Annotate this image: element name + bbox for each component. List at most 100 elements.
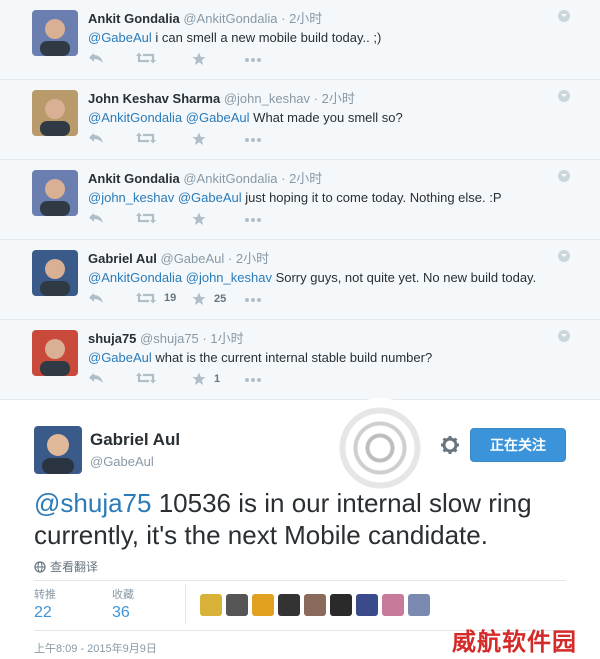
reply-button[interactable] <box>88 132 104 144</box>
reply-button[interactable] <box>88 212 104 224</box>
reply-tweet[interactable]: John Keshav Sharma @john_keshav · 2小时 @An… <box>0 80 600 160</box>
avatar-image <box>32 90 78 136</box>
author-handle[interactable]: @GabeAul <box>90 454 154 469</box>
author-handle[interactable]: @john_keshav <box>224 91 310 106</box>
dropdown-caret-icon[interactable] <box>558 90 570 102</box>
liker-avatar[interactable] <box>278 594 300 616</box>
favorite-button[interactable] <box>192 52 214 66</box>
star-icon <box>192 132 206 145</box>
tweet-body: what is the current internal stable buil… <box>151 350 433 365</box>
retweet-button[interactable] <box>136 132 164 144</box>
avatar-image <box>34 426 82 474</box>
dropdown-caret-icon[interactable] <box>558 330 570 342</box>
liker-avatar[interactable] <box>382 594 404 616</box>
liker-avatar[interactable] <box>330 594 352 616</box>
author-name[interactable]: Gabriel Aul <box>88 251 157 266</box>
avatar-image <box>32 10 78 56</box>
tweet-time[interactable]: 2小时 <box>289 171 322 186</box>
avatar[interactable] <box>32 170 78 216</box>
tweet-body: just hoping it to come today. Nothing el… <box>241 190 502 205</box>
dropdown-caret-icon[interactable] <box>558 170 570 182</box>
star-icon <box>192 372 206 385</box>
dropdown-caret-icon[interactable] <box>558 10 570 22</box>
mention-link[interactable]: @AnkitGondalia <box>88 110 182 125</box>
retweet-count: 19 <box>164 292 177 304</box>
tweet-time[interactable]: 2小时 <box>322 91 355 106</box>
retweet-stat-label: 转推 <box>34 589 56 601</box>
liker-avatar[interactable] <box>408 594 430 616</box>
author-name[interactable]: Gabriel Aul <box>90 430 180 450</box>
author-name[interactable]: Ankit Gondalia <box>88 11 180 26</box>
author-handle[interactable]: @shuja75 <box>140 331 199 346</box>
favorite-button[interactable] <box>192 212 214 226</box>
reply-button[interactable] <box>88 372 104 384</box>
mention-link[interactable]: @AnkitGondalia <box>88 270 182 285</box>
reply-tweet[interactable]: Ankit Gondalia @AnkitGondalia · 2小时 @john… <box>0 160 600 240</box>
author-handle[interactable]: @AnkitGondalia <box>183 171 277 186</box>
reply-button[interactable] <box>88 52 104 64</box>
more-button[interactable] <box>244 137 262 143</box>
reply-button[interactable] <box>88 292 104 304</box>
liker-avatar[interactable] <box>252 594 274 616</box>
tweet-text: @AnkitGondalia @john_keshav Sorry guys, … <box>88 270 536 285</box>
mention-link[interactable]: @john_keshav <box>186 270 272 285</box>
tweet-time[interactable]: 2小时 <box>236 251 269 266</box>
translate-link[interactable]: 查看翻译 <box>34 558 98 575</box>
author-name[interactable]: John Keshav Sharma <box>88 91 220 106</box>
retweet-stat-count: 22 <box>34 604 52 621</box>
mention-link[interactable]: @GabeAul <box>186 110 250 125</box>
author-name[interactable]: Ankit Gondalia <box>88 171 180 186</box>
tweet-header: Ankit Gondalia @AnkitGondalia · 2小时 <box>88 8 322 27</box>
timestamp[interactable]: 上午8:09 - 2015年9月9日 <box>34 640 157 656</box>
mention-link[interactable]: @GabeAul <box>88 350 152 365</box>
avatar[interactable] <box>32 90 78 136</box>
mention-link[interactable]: @shuja75 <box>34 488 151 518</box>
reply-icon <box>89 133 103 143</box>
favorite-button[interactable]: 25 <box>192 292 226 306</box>
tweet-actions: 1 <box>88 372 388 388</box>
avatar[interactable] <box>32 330 78 376</box>
tweet-header: John Keshav Sharma @john_keshav · 2小时 <box>88 88 355 107</box>
liker-avatar[interactable] <box>200 594 222 616</box>
mention-link[interactable]: @john_keshav <box>88 190 174 205</box>
favorite-button[interactable]: 1 <box>192 372 220 386</box>
reply-tweet[interactable]: Ankit Gondalia @AnkitGondalia · 2小时 @Gabe… <box>0 0 600 80</box>
dropdown-caret-icon[interactable] <box>558 250 570 262</box>
more-icon <box>245 298 261 302</box>
favorite-button[interactable] <box>192 132 214 146</box>
star-icon <box>192 292 206 305</box>
gear-icon[interactable] <box>440 435 460 455</box>
liker-avatar[interactable] <box>226 594 248 616</box>
more-button[interactable] <box>244 57 262 63</box>
reply-tweet[interactable]: Gabriel Aul @GabeAul · 2小时 @AnkitGondalia… <box>0 240 600 320</box>
avatar[interactable] <box>32 10 78 56</box>
avatar[interactable] <box>32 250 78 296</box>
avatar-image <box>32 250 78 296</box>
liker-avatars <box>200 594 430 616</box>
retweet-button[interactable] <box>136 212 164 224</box>
more-button[interactable] <box>244 217 262 223</box>
tweet-time[interactable]: 1小时 <box>210 331 243 346</box>
retweet-icon <box>136 132 156 144</box>
author-handle[interactable]: @GabeAul <box>161 251 225 266</box>
reply-tweet[interactable]: shuja75 @shuja75 · 1小时 @GabeAul what is t… <box>0 320 600 400</box>
like-stat[interactable]: 收藏 36 <box>112 586 134 622</box>
avatar[interactable] <box>34 426 82 474</box>
retweet-stat[interactable]: 转推 22 <box>34 586 56 622</box>
mention-link[interactable]: @GabeAul <box>178 190 242 205</box>
following-button[interactable]: 正在关注 <box>470 428 566 462</box>
more-button[interactable] <box>244 297 262 303</box>
reply-icon <box>89 293 103 303</box>
time-separator: · <box>310 91 322 106</box>
tweet-header: Ankit Gondalia @AnkitGondalia · 2小时 <box>88 168 322 187</box>
mention-link[interactable]: @GabeAul <box>88 30 152 45</box>
retweet-button[interactable] <box>136 372 164 384</box>
author-name[interactable]: shuja75 <box>88 331 136 346</box>
retweet-button[interactable] <box>136 52 164 64</box>
more-button[interactable] <box>244 377 262 383</box>
liker-avatar[interactable] <box>356 594 378 616</box>
tweet-time[interactable]: 2小时 <box>289 11 322 26</box>
liker-avatar[interactable] <box>304 594 326 616</box>
author-handle[interactable]: @AnkitGondalia <box>183 11 277 26</box>
retweet-button[interactable]: 19 <box>136 292 176 304</box>
